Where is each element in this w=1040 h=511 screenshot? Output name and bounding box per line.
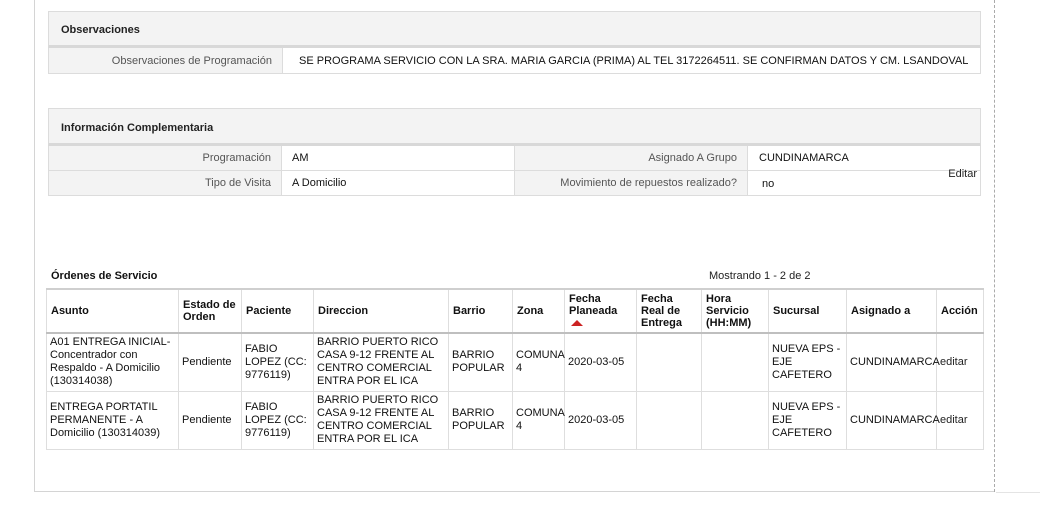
cell-fecha-planeada: 2020-03-05	[564, 391, 637, 450]
cell-estado: Pendiente	[178, 333, 242, 392]
cell-fecha-real	[636, 391, 702, 450]
divider	[996, 492, 1040, 493]
programacion-value: AM	[282, 146, 515, 170]
col-fecha-real[interactable]: Fecha Real de Entrega	[636, 288, 702, 334]
cell-asunto: A01 ENTREGA INICIAL-Concentrador con Res…	[46, 333, 179, 392]
col-fecha-planeada[interactable]: Fecha Planeada	[564, 288, 637, 334]
cell-paciente: FABIO LOPEZ (CC: 9776119)	[241, 333, 314, 392]
col-estado[interactable]: Estado de Orden	[178, 288, 242, 334]
repuestos-value: no	[762, 178, 775, 190]
col-hora[interactable]: Hora Servicio (HH:MM)	[701, 288, 769, 334]
cell-fecha-real	[636, 333, 702, 392]
asignado-grupo-label: Asignado A Grupo	[515, 146, 748, 170]
table-row: ENTREGA PORTATIL PERMANENTE - A Domicili…	[46, 391, 984, 450]
info-title: Información Complementaria	[48, 108, 981, 146]
observaciones-panel: Observaciones Observaciones de Programac…	[48, 11, 981, 74]
col-barrio[interactable]: Barrio	[448, 288, 513, 334]
cell-sucursal: NUEVA EPS - EJE CAFETERO	[768, 333, 847, 392]
info-row-1: Programación AM Asignado A Grupo CUNDINA…	[48, 146, 981, 171]
cell-barrio: BARRIO POPULAR	[448, 333, 513, 392]
observaciones-label: Observaciones de Programación	[49, 48, 283, 73]
sort-asc-icon	[571, 320, 583, 326]
editar-order-link[interactable]: editar	[940, 414, 968, 426]
cell-hora	[701, 333, 769, 392]
orders-title: Órdenes de Servicio	[51, 270, 158, 282]
col-accion: Acción	[936, 288, 984, 334]
col-zona[interactable]: Zona	[512, 288, 565, 334]
col-direccion[interactable]: Direccion	[313, 288, 449, 334]
cell-barrio: BARRIO POPULAR	[448, 391, 513, 450]
programacion-label: Programación	[49, 146, 282, 170]
cell-zona: COMUNA 4	[512, 333, 565, 392]
info-panel: Información Complementaria Programación …	[48, 108, 981, 196]
col-asunto[interactable]: Asunto	[46, 288, 179, 334]
observaciones-value: SE PROGRAMA SERVICIO CON LA SRA. MARIA G…	[299, 55, 969, 67]
col-sucursal[interactable]: Sucursal	[768, 288, 847, 334]
asignado-grupo-value: CUNDINAMARCA	[759, 152, 849, 164]
tipo-visita-value: A Domicilio	[282, 171, 515, 195]
cell-sucursal: NUEVA EPS - EJE CAFETERO	[768, 391, 847, 450]
tipo-visita-label: Tipo de Visita	[49, 171, 282, 195]
cell-asunto: ENTREGA PORTATIL PERMANENTE - A Domicili…	[46, 391, 179, 450]
orders-header-row: Asunto Estado de Orden Paciente Direccio…	[46, 288, 984, 334]
cell-estado: Pendiente	[178, 391, 242, 450]
cell-paciente: FABIO LOPEZ (CC: 9776119)	[241, 391, 314, 450]
table-row: A01 ENTREGA INICIAL-Concentrador con Res…	[46, 333, 984, 392]
repuestos-label: Movimiento de repuestos realizado?	[515, 171, 748, 195]
observaciones-row: Observaciones de Programación SE PROGRAM…	[48, 48, 981, 74]
info-row-2: Tipo de Visita A Domicilio Movimiento de…	[48, 168, 981, 196]
editar-order-link[interactable]: editar	[940, 356, 968, 368]
col-asignado[interactable]: Asignado a	[846, 288, 937, 334]
orders-count: Mostrando 1 - 2 de 2	[709, 270, 811, 282]
cell-direccion: BARRIO PUERTO RICO CASA 9-12 FRENTE AL C…	[313, 391, 449, 450]
cell-fecha-planeada: 2020-03-05	[564, 333, 637, 392]
cell-zona: COMUNA 4	[512, 391, 565, 450]
col-fecha-planeada-label: Fecha Planeada	[569, 293, 618, 317]
cell-asignado: CUNDINAMARCA	[846, 391, 940, 450]
col-paciente[interactable]: Paciente	[241, 288, 314, 334]
splitter-line	[994, 0, 995, 492]
cell-direccion: BARRIO PUERTO RICO CASA 9-12 FRENTE AL C…	[313, 333, 449, 392]
cell-hora	[701, 391, 769, 450]
editar-link[interactable]: Editar	[948, 167, 977, 181]
cell-asignado: CUNDINAMARCA	[846, 333, 940, 392]
orders-table: Asunto Estado de Orden Paciente Direccio…	[46, 288, 984, 450]
observaciones-title: Observaciones	[48, 11, 981, 48]
